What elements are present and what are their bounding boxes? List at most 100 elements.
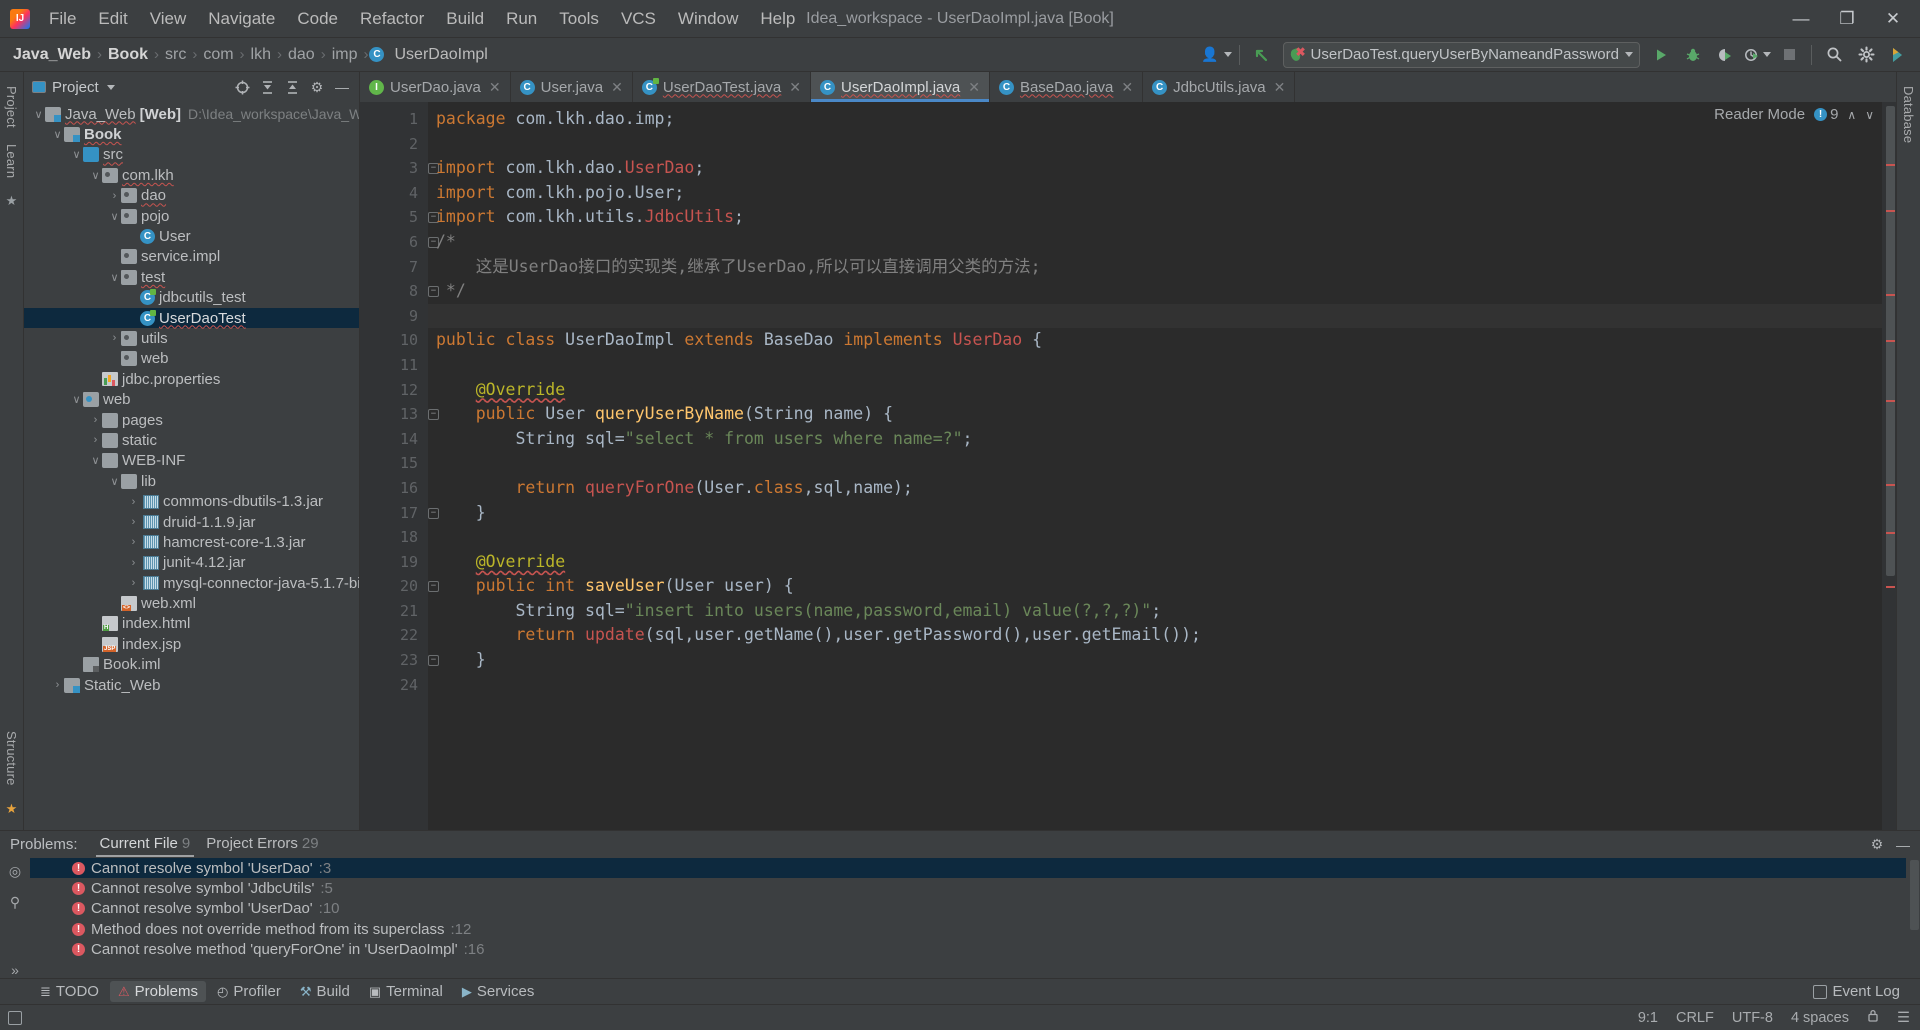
breadcrumb-item-java-web[interactable]: Java_Web (8, 44, 96, 66)
line-number[interactable]: 14 (360, 427, 428, 452)
menu-item-refactor[interactable]: Refactor (349, 5, 435, 33)
tree-node[interactable]: ∨Book (24, 124, 359, 144)
tree-node[interactable]: ›CUserDaoTest (24, 308, 359, 328)
code-line[interactable]: String sql="select * from users where na… (428, 427, 1882, 452)
tree-node[interactable]: ∨lib (24, 471, 359, 491)
menu-item-view[interactable]: View (139, 5, 198, 33)
chevron-right-icon[interactable]: › (127, 557, 140, 569)
bookmarks-icon[interactable]: ★ (6, 193, 18, 209)
line-number[interactable]: 23− (360, 648, 428, 673)
status-layout-icon[interactable] (8, 1011, 22, 1025)
problem-row[interactable]: !Cannot resolve symbol 'UserDao':10 (30, 899, 1906, 919)
code-line[interactable] (428, 132, 1882, 157)
search-everywhere-icon[interactable] (1820, 42, 1848, 68)
chevron-right-icon[interactable]: › (127, 536, 140, 548)
line-number[interactable]: 4 (360, 181, 428, 206)
tree-node[interactable]: ›hamcrest-core-1.3.jar (24, 532, 359, 552)
code-line[interactable]: String sql="insert into users(name,passw… (428, 599, 1882, 624)
tree-node[interactable]: ›dao (24, 186, 359, 206)
run-icon[interactable] (1647, 42, 1675, 68)
chevron-down-icon[interactable]: ∨ (32, 108, 45, 121)
breadcrumb-item-userdaoimpl[interactable]: CUserDaoImpl (369, 44, 492, 66)
breadcrumb-item-imp[interactable]: imp (327, 44, 363, 66)
project-view-chevron-down-icon[interactable] (107, 85, 115, 90)
close-tab-icon[interactable]: ✕ (1121, 79, 1133, 96)
code-line[interactable]: /* (428, 230, 1882, 255)
line-number[interactable]: 12 (360, 378, 428, 403)
editor-gutter[interactable]: 123−45−6−78−910111213−14151617−181920−21… (360, 102, 428, 830)
editor-tab-jdbcutils-java[interactable]: CJdbcUtils.java✕ (1143, 72, 1295, 102)
chevron-right-icon[interactable]: › (108, 190, 121, 202)
chevron-right-icon[interactable]: › (89, 414, 102, 426)
code-line[interactable]: public class UserDaoImpl extends BaseDao… (428, 328, 1882, 353)
tree-node[interactable]: ›commons-dbutils-1.3.jar (24, 491, 359, 511)
tree-node[interactable]: ›web (24, 349, 359, 369)
code-line[interactable]: } (428, 648, 1882, 673)
editor-tab-userdao-java[interactable]: IUserDao.java✕ (360, 72, 511, 102)
stop-icon[interactable] (1775, 42, 1803, 68)
line-number[interactable]: 9 (360, 304, 428, 329)
file-encoding[interactable]: UTF-8 (1732, 1010, 1773, 1026)
tool-window-button-services[interactable]: ▶Services (454, 981, 543, 1002)
filter-icon[interactable]: ⚲ (10, 894, 20, 911)
code-content[interactable]: package com.lkh.dao.imp; import com.lkh.… (428, 102, 1882, 830)
editor-tab-basedao-java[interactable]: CBaseDao.java✕ (990, 72, 1143, 102)
tree-node[interactable]: ›mysql-connector-java-5.1.7-bin.jar (24, 573, 359, 593)
debug-icon[interactable] (1679, 42, 1707, 68)
chevron-down-icon[interactable]: ∨ (51, 128, 64, 141)
line-number[interactable]: 8− (360, 279, 428, 304)
code-line[interactable]: 这是UserDao接口的实现类,继承了UserDao,所以可以直接调用父类的方法… (428, 255, 1882, 280)
problems-list[interactable]: !Cannot resolve symbol 'UserDao':3!Canno… (30, 858, 1906, 978)
error-stripe-mark[interactable] (1886, 484, 1895, 486)
tool-window-button-build[interactable]: ⚒Build (292, 981, 358, 1002)
menu-item-window[interactable]: Window (667, 5, 749, 33)
code-line[interactable]: return update(sql,user.getName(),user.ge… (428, 623, 1882, 648)
strip-item-project[interactable]: Project (4, 78, 19, 136)
chevron-right-icon[interactable]: › (127, 516, 140, 528)
inspection-widget[interactable]: ! 9 (1814, 106, 1838, 123)
close-tab-icon[interactable]: ✕ (611, 79, 623, 96)
tree-node[interactable]: ∨pojo (24, 206, 359, 226)
tree-node[interactable]: ›service.impl (24, 247, 359, 267)
breadcrumb-item-lkh[interactable]: lkh (246, 44, 276, 66)
error-stripe-mark[interactable] (1886, 532, 1895, 534)
line-number[interactable]: 5− (360, 205, 428, 230)
select-opened-file-icon[interactable] (231, 76, 253, 98)
error-stripe-mark[interactable] (1886, 400, 1895, 402)
tool-window-button-terminal[interactable]: ▣Terminal (361, 981, 451, 1002)
chevron-down-icon[interactable]: ∨ (1865, 108, 1874, 122)
problems-scrollbar[interactable] (1906, 858, 1920, 978)
menu-item-build[interactable]: Build (435, 5, 495, 33)
error-stripe-mark[interactable] (1886, 340, 1895, 342)
tree-node[interactable]: ›pages (24, 410, 359, 430)
tool-window-button-profiler[interactable]: ◴Profiler (209, 981, 289, 1002)
project-settings-icon[interactable]: ⚙ (306, 76, 328, 98)
memory-indicator-icon[interactable]: ☰ (1897, 1010, 1910, 1026)
tool-window-button-todo[interactable]: ≣TODO (32, 981, 107, 1002)
code-line[interactable] (428, 353, 1882, 378)
problems-settings-icon[interactable]: ⚙ (1866, 834, 1888, 856)
menu-item-run[interactable]: Run (495, 5, 548, 33)
tree-node[interactable]: ›Static_Web (24, 675, 359, 695)
strip-item-structure[interactable]: Structure (4, 723, 19, 794)
tree-node[interactable]: ›static (24, 430, 359, 450)
tool-window-button-problems[interactable]: ⚠Problems (110, 981, 206, 1002)
collapse-all-icon[interactable] (281, 76, 303, 98)
line-number[interactable]: 1 (360, 107, 428, 132)
profiler-icon[interactable] (1743, 42, 1771, 68)
hide-panel-icon[interactable]: — (331, 76, 353, 98)
user-settings-icon[interactable]: 👤 (1203, 42, 1231, 68)
code-line[interactable]: @Override (428, 378, 1882, 403)
code-line[interactable] (428, 451, 1882, 476)
lock-icon[interactable] (1867, 1009, 1879, 1026)
tree-node[interactable]: ›CUser (24, 226, 359, 246)
chevron-right-icon[interactable]: › (108, 332, 121, 344)
line-number[interactable]: 7 (360, 255, 428, 280)
close-tab-icon[interactable]: ✕ (789, 79, 801, 96)
chevron-down-icon[interactable]: ∨ (108, 475, 121, 488)
line-number[interactable]: 17− (360, 501, 428, 526)
chevron-up-icon[interactable]: ∧ (1847, 108, 1856, 122)
line-number[interactable]: 16 (360, 476, 428, 501)
chevron-down-icon[interactable]: ∨ (89, 454, 102, 467)
tree-node[interactable]: ›Hindex.html (24, 614, 359, 634)
